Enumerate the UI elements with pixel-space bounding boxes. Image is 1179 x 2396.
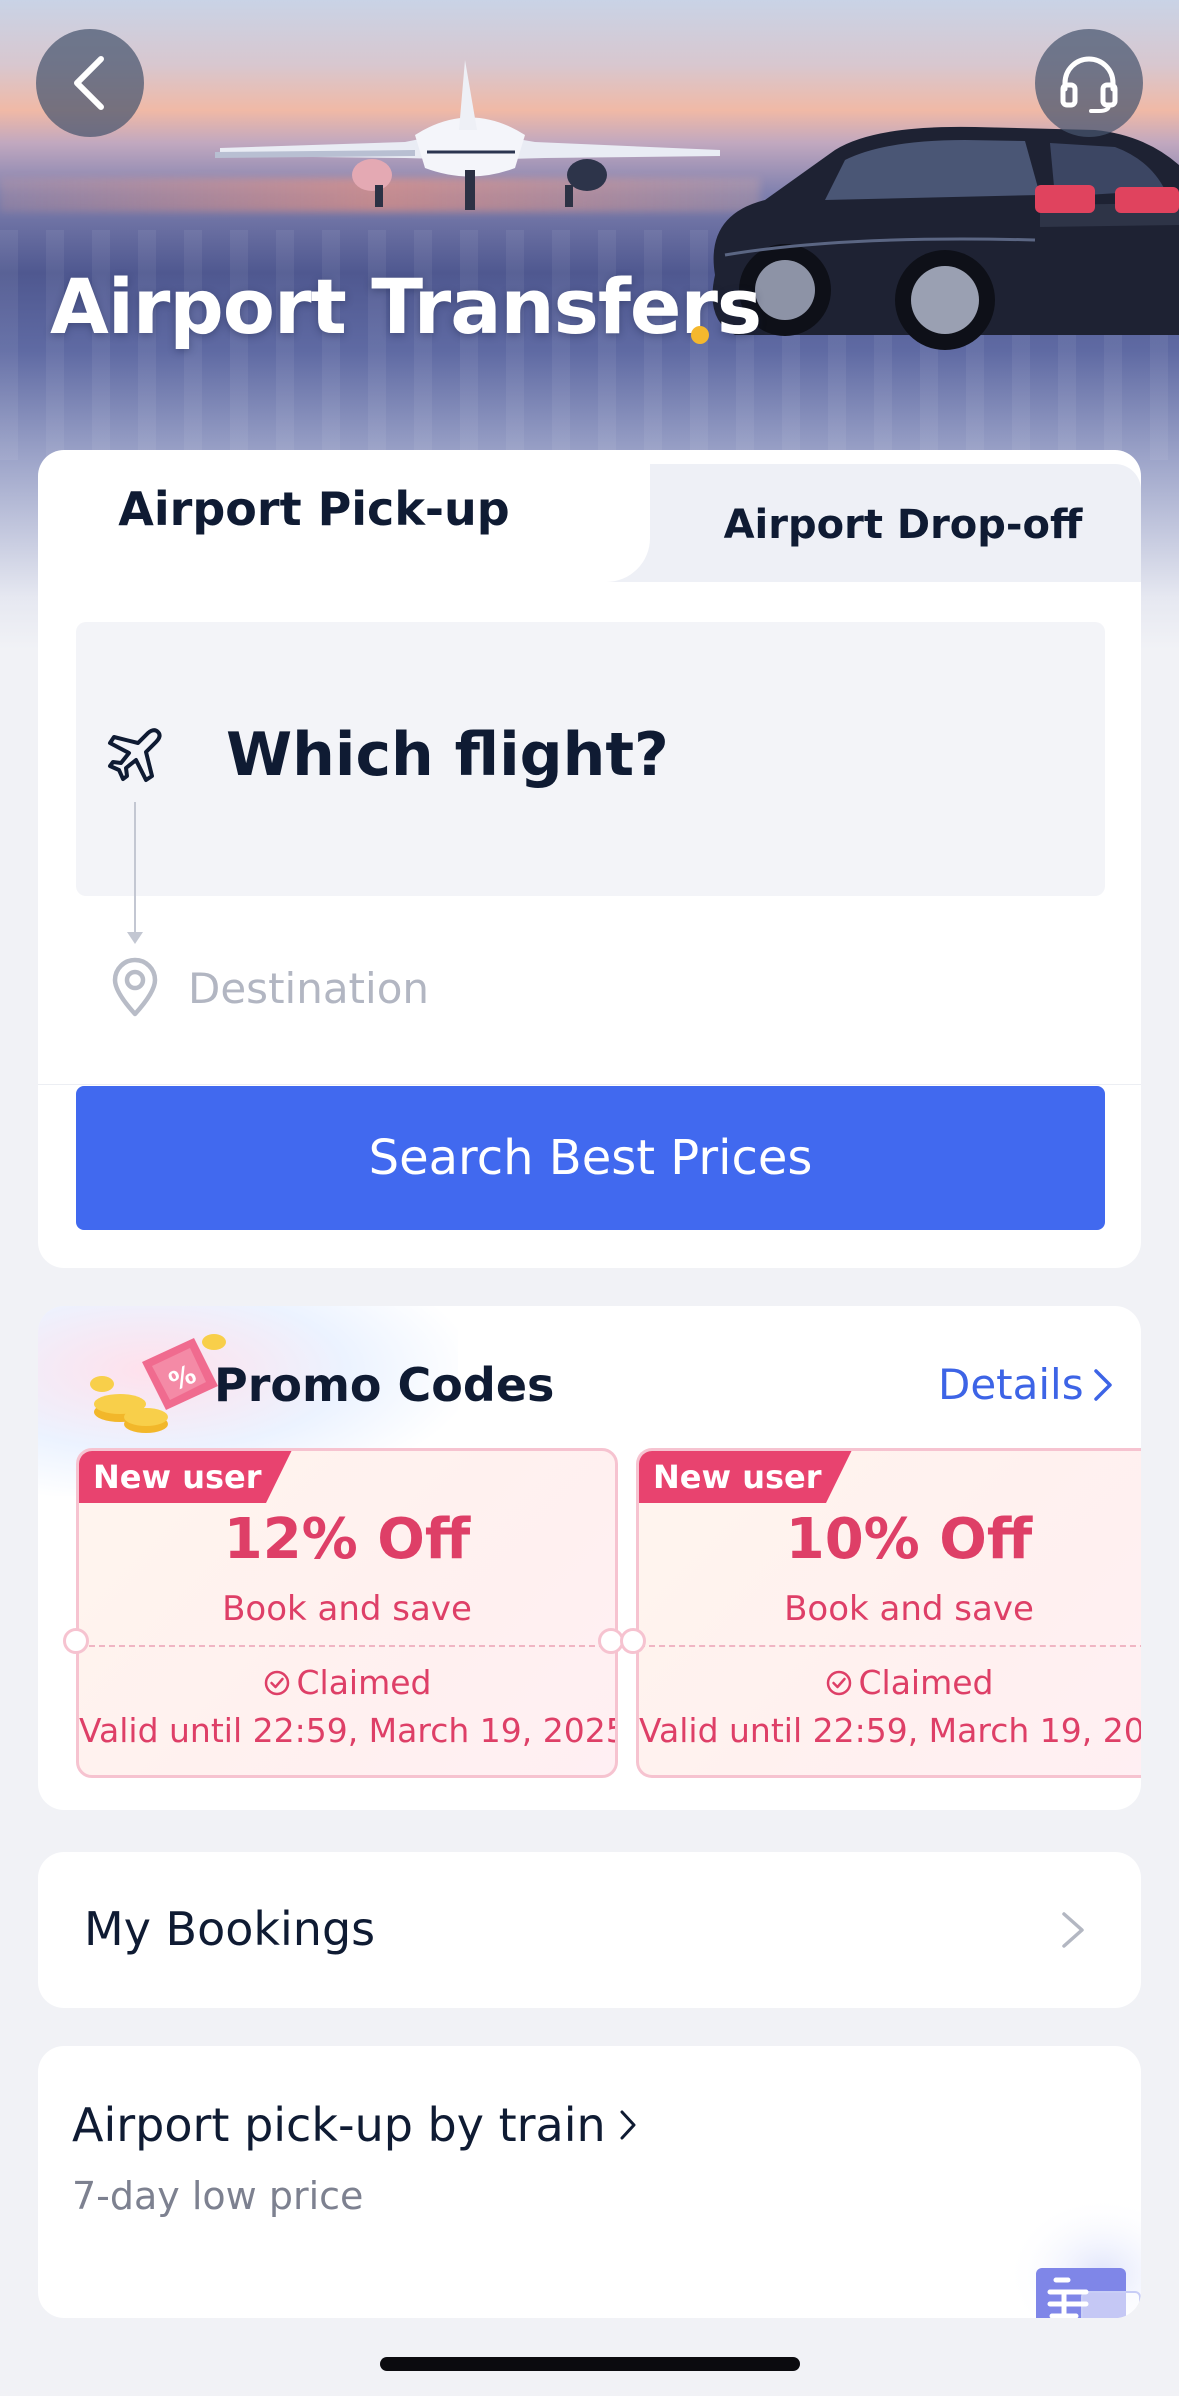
customer-support-button[interactable] [1035, 29, 1143, 137]
tab-airport-pick-up[interactable]: Airport Pick-up [38, 482, 590, 536]
coupon-divider [639, 1645, 1141, 1647]
flight-placeholder: Which flight? [226, 720, 669, 790]
check-circle-icon [264, 1670, 289, 1695]
new-user-badge: New user [639, 1451, 852, 1503]
airplane-illustration [215, 60, 720, 210]
coupon-validity: Valid until 22:59, March 19, 2025 [79, 1711, 618, 1750]
train-title: Airport pick-up by train [72, 2098, 638, 2152]
location-pin-icon [112, 957, 158, 1017]
coupon-subtitle: Book and save [222, 1589, 472, 1629]
coupon-notch [620, 1628, 646, 1654]
coupon-status-label: Claimed [296, 1663, 432, 1702]
coupon-subtitle: Book and save [784, 1589, 1034, 1629]
train-ticket-icon [990, 2196, 1141, 2318]
check-circle-icon [826, 1670, 851, 1695]
coupon-divider [79, 1645, 615, 1647]
coupon-status: Claimed [639, 1663, 1141, 1702]
coupon-status: Claimed [79, 1663, 615, 1702]
train-title-label: Airport pick-up by train [72, 2098, 606, 2152]
divider [38, 1084, 1141, 1085]
search-best-prices-button[interactable]: Search Best Prices [76, 1086, 1105, 1230]
coupon-discount: 12% Off [223, 1507, 471, 1572]
flight-input[interactable]: Which flight? [76, 622, 1105, 896]
airplane-icon [108, 728, 162, 782]
coupon-validity: Valid until 22:59, March 19, 2025 [639, 1711, 1141, 1750]
new-user-badge: New user [79, 1451, 292, 1503]
home-indicator [380, 2357, 800, 2371]
coupon-discount: 10% Off [785, 1507, 1033, 1572]
coupon-coins-icon: % [90, 1334, 226, 1433]
coupon-notch [63, 1628, 89, 1654]
transfer-search-card: Airport Pick-up Airport Drop-off Which f… [38, 450, 1141, 1268]
airport-pickup-train-card[interactable]: Airport pick-up by train 7-day low price [38, 2046, 1141, 2318]
destination-input[interactable]: Destination [188, 964, 429, 1013]
chevron-left-icon [74, 56, 104, 110]
train-subtitle: 7-day low price [72, 2174, 364, 2218]
coupon-card[interactable]: New user 12% Off Book and save Claimed V… [76, 1448, 618, 1778]
promo-codes-card: % Promo Codes Details New user 12% Off B… [38, 1306, 1141, 1810]
promo-details-link[interactable]: Details [938, 1360, 1114, 1409]
route-connector [134, 802, 136, 936]
chevron-right-icon [1093, 1368, 1112, 1401]
back-button[interactable] [36, 29, 144, 137]
tab-airport-drop-off-label[interactable]: Airport Drop-off [678, 502, 1128, 548]
car-illustration [712, 126, 1179, 350]
chevron-right-icon [1062, 1912, 1084, 1948]
title-accent-dot [691, 326, 709, 344]
chevron-right-icon [620, 2110, 636, 2140]
route-arrow-icon [127, 932, 143, 944]
page-title: Airport Transfers [50, 262, 762, 351]
coupon-status-label: Claimed [858, 1663, 994, 1702]
promo-codes-title: Promo Codes [214, 1358, 555, 1412]
promo-details-label: Details [938, 1360, 1084, 1409]
my-bookings-label: My Bookings [84, 1902, 376, 1956]
my-bookings-row[interactable]: My Bookings [38, 1852, 1141, 2008]
coupon-card[interactable]: New user 10% Off Book and save Claimed V… [636, 1448, 1141, 1778]
headset-icon [1060, 56, 1118, 113]
